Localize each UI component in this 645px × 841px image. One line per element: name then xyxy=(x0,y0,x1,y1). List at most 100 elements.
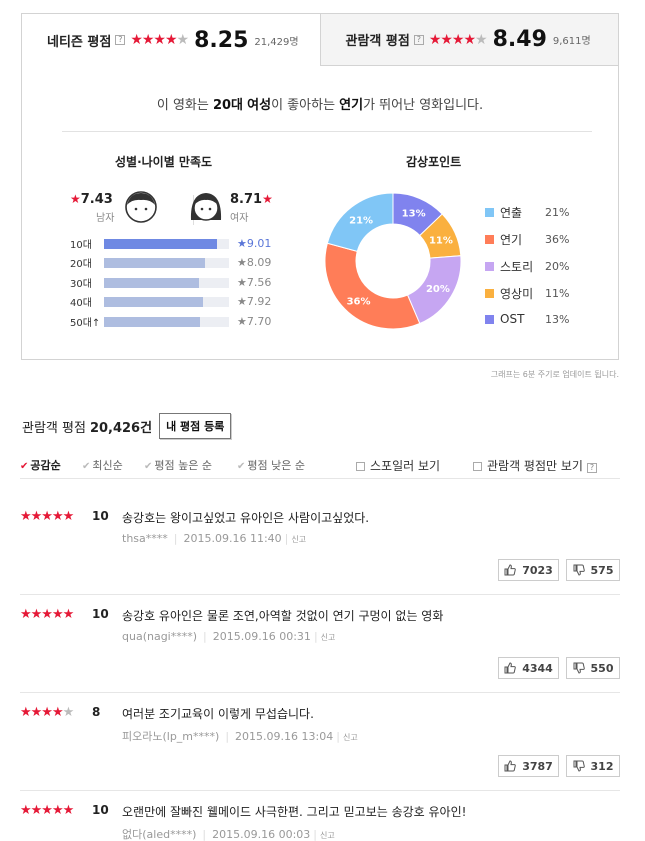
thumb-up-icon xyxy=(504,760,516,772)
sort-bar: ✔ 공감순 ✔ 최신순 ✔ 평점 높은 순 ✔ 평점 낮은 순 스포일러 보기 관람객 … xyxy=(20,455,620,479)
age-bar xyxy=(104,316,229,327)
legend-item: 연출 21% xyxy=(485,204,585,221)
female-face-icon xyxy=(190,193,222,221)
male-face-icon xyxy=(125,191,157,223)
legend-swatch xyxy=(485,289,494,298)
help-icon[interactable]: ? xyxy=(115,35,126,45)
spoiler-toggle[interactable]: 스포일러 보기 xyxy=(356,457,440,474)
thumb-down-icon xyxy=(573,564,585,576)
review-date: 2015.09.16 11:40 xyxy=(183,532,282,545)
check-icon: ✔ xyxy=(237,461,246,472)
legend-pct: 20% xyxy=(545,260,570,273)
like-button[interactable]: 7023 xyxy=(498,559,559,581)
checkbox-icon xyxy=(356,462,365,471)
netizen-score: 8.25 xyxy=(194,27,249,53)
legend-item: 연기 36% xyxy=(485,231,585,248)
donut-slice-label: 13% xyxy=(402,209,426,220)
dislike-button[interactable]: 550 xyxy=(566,657,620,679)
age-row: 20대 ★8.09 xyxy=(70,253,271,272)
legend-label: 스토리 xyxy=(500,260,534,274)
review-user[interactable]: thsa**** xyxy=(122,532,168,545)
tab-netizen-rating[interactable]: 네티즌 평점 ? ★★★★★ 8.25 21,429명 xyxy=(22,14,321,66)
review-score: 10 xyxy=(92,509,109,523)
thumb-down-icon xyxy=(573,662,585,674)
review-stars: ★★★★★ xyxy=(20,509,74,524)
age-label: 10대 xyxy=(70,240,92,251)
age-score: ★8.09 xyxy=(237,256,272,269)
like-button[interactable]: 4344 xyxy=(498,657,559,679)
legend-item: OST 13% xyxy=(485,312,585,326)
legend-item: 영상미 11% xyxy=(485,285,585,302)
age-label: 50대↑ xyxy=(70,318,101,329)
review-score: 8 xyxy=(92,705,101,719)
age-bar-fill xyxy=(104,296,203,307)
review-stars: ★★★★★ xyxy=(20,705,74,720)
legend-swatch xyxy=(485,235,494,244)
age-bar-fill xyxy=(104,257,206,268)
netizen-rating-label: 네티즌 평점 xyxy=(47,34,112,50)
legend-swatch xyxy=(485,262,494,271)
report-link[interactable]: 신고 xyxy=(291,535,306,544)
age-bar-fill xyxy=(104,238,217,249)
help-icon[interactable]: ? xyxy=(413,34,424,45)
update-note: 그래프는 6분 주기로 업데이트 됩니다. xyxy=(490,370,619,379)
female-score: 8.71★ xyxy=(230,192,273,207)
audience-score: 8.49 xyxy=(492,27,547,52)
audience-count: 9,611명 xyxy=(552,36,591,47)
sort-sympathy[interactable]: ✔ 공감순 xyxy=(20,457,61,473)
report-link[interactable]: 신고 xyxy=(343,733,358,742)
age-label: 40대 xyxy=(70,298,92,309)
sort-low[interactable]: ✔ 평점 낮은 순 xyxy=(237,457,305,473)
age-label: 30대 xyxy=(70,279,92,290)
reviews-count-line: 관람객 평점 20,426건 내 평점 등록 xyxy=(22,413,232,439)
female-label: 여자 xyxy=(230,213,249,224)
review-item: ★★★★★ 8 여러분 조기교육이 이렇게 무섭습니다. 피오라노(lp_m****)… xyxy=(20,705,620,791)
review-user[interactable]: 피오라노(lp_m****) xyxy=(122,730,219,743)
register-rating-button[interactable]: 내 평점 등록 xyxy=(159,413,232,439)
male-label: 남자 xyxy=(96,213,115,224)
review-text: 송강호는 왕이고싶었고 유아인은 사람이고싶었다. xyxy=(122,511,370,525)
age-bar xyxy=(104,277,229,288)
check-icon: ✔ xyxy=(82,461,91,472)
sort-latest[interactable]: ✔ 최신순 xyxy=(82,457,123,473)
donut-slice-label: 36% xyxy=(347,297,371,308)
audience-only-toggle[interactable]: 관람객 평점만 보기? xyxy=(473,457,602,474)
sort-high[interactable]: ✔ 평점 높은 순 xyxy=(144,457,212,473)
check-icon: ✔ xyxy=(20,461,29,472)
review-text: 여러분 조기교육이 이렇게 무섭습니다. xyxy=(122,707,314,721)
review-user[interactable]: 없다(aled****) xyxy=(122,828,196,841)
tab-audience-rating[interactable]: 관람객 평점 ? ★★★★★ 8.49 9,611명 xyxy=(320,14,618,66)
review-item: ★★★★★ 10 송강호 유아인은 물론 조연,아역할 것없이 연기 구멍이 없는 … xyxy=(20,607,620,693)
rating-tabs: 네티즌 평점 ? ★★★★★ 8.25 21,429명 관람객 평점 ? ★★★… xyxy=(22,14,618,66)
review-user[interactable]: qua(nagi****) xyxy=(122,630,197,643)
review-meta: 피오라노(lp_m****) | 2015.09.16 13:04 | 신고 xyxy=(122,730,358,743)
review-text: 송강호 유아인은 물론 조연,아역할 것없이 연기 구멍이 없는 영화 xyxy=(122,609,444,623)
checkbox-icon xyxy=(473,462,482,471)
age-label: 20대 xyxy=(70,259,92,270)
review-item: ★★★★★ 10 오랜만에 잘빠진 웰메이드 사극한편. 그리고 믿고보는 송강호 … xyxy=(20,803,620,841)
age-bar xyxy=(104,238,229,249)
legend-item: 스토리 20% xyxy=(485,258,585,275)
review-meta: thsa**** | 2015.09.16 11:40 | 신고 xyxy=(122,532,307,545)
help-icon[interactable]: ? xyxy=(586,463,597,473)
report-link[interactable]: 신고 xyxy=(321,633,336,642)
review-date: 2015.09.16 00:03 xyxy=(212,828,311,841)
audience-stars: ★★★★★ xyxy=(428,31,488,48)
reviews-count: 20,426건 xyxy=(89,420,153,436)
dislike-button[interactable]: 312 xyxy=(566,755,620,777)
dislike-button[interactable]: 575 xyxy=(566,559,620,581)
male-score: ★7.43 xyxy=(70,192,113,207)
legend-pct: 11% xyxy=(545,287,570,300)
report-link[interactable]: 신고 xyxy=(320,831,335,840)
like-button[interactable]: 3787 xyxy=(498,755,559,777)
summary-headline: 이 영화는 20대 여성이 좋아하는 연기가 뛰어난 영화입니다. xyxy=(156,98,484,113)
review-item: ★★★★★ 10 송강호는 왕이고싶었고 유아인은 사람이고싶었다. thsa****… xyxy=(20,509,620,595)
age-score: ★9.01 xyxy=(237,237,272,250)
age-bar-fill xyxy=(104,277,199,288)
review-stars: ★★★★★ xyxy=(20,803,74,818)
legend-label: 연출 xyxy=(500,206,523,220)
review-text: 오랜만에 잘빠진 웰메이드 사극한편. 그리고 믿고보는 송강호 유아인! xyxy=(122,805,467,819)
legend-label: 연기 xyxy=(500,233,523,247)
donut-slice xyxy=(324,242,421,330)
points-title: 감상포인트 xyxy=(406,155,462,169)
